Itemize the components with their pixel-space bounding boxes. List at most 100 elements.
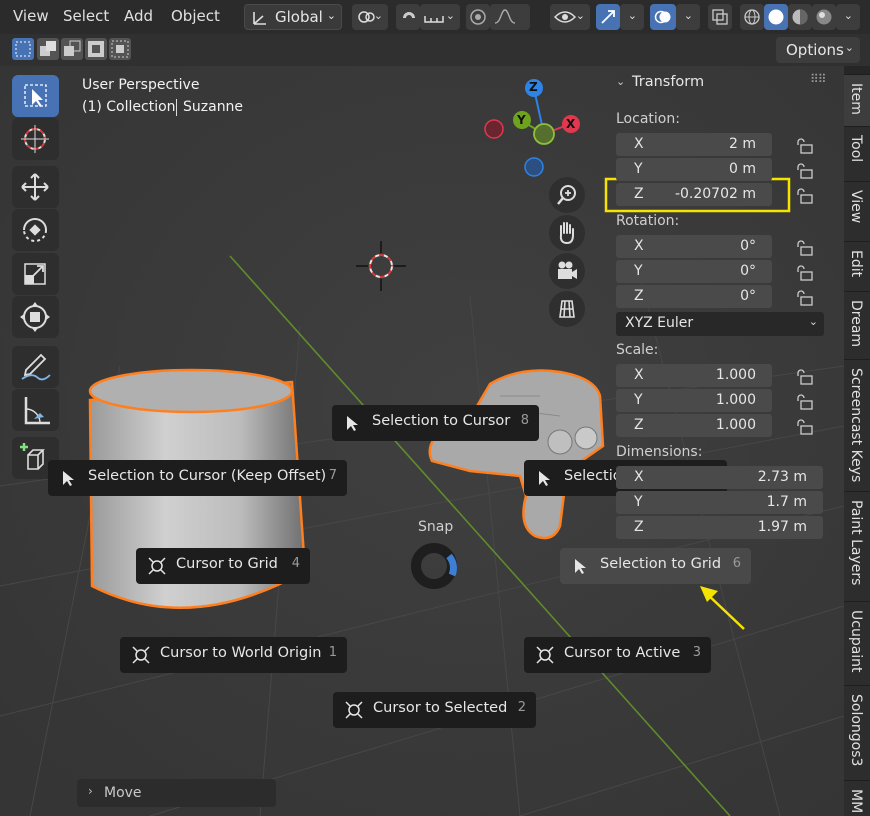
proportional-edit-toggle[interactable] [466,4,490,30]
falloff-dropdown[interactable] [490,4,530,30]
options-dropdown[interactable]: Options ⌄ [776,37,860,63]
shading-wireframe[interactable] [740,4,764,30]
shading-rendered[interactable] [812,4,836,30]
lock-icon[interactable] [796,188,814,204]
annotate-tool[interactable] [12,346,59,388]
pan-button[interactable] [549,215,585,251]
shading-material[interactable] [788,4,812,30]
tab-mm[interactable]: MM [844,780,870,816]
tab-view[interactable]: View [844,181,870,241]
cursor-tool[interactable] [12,118,59,160]
scale-x-field[interactable]: X 1.000 [616,364,772,387]
pie-cursor-to-grid[interactable]: Cursor to Grid 4 [136,548,310,584]
tab-item[interactable]: Item [844,74,870,126]
location-x-field[interactable]: X 2 m [616,133,772,156]
gizmo-x-label: X [566,117,576,131]
pie-item-label: Cursor to Grid [176,556,278,572]
dimensions-x-field[interactable]: X 2.73 m [616,466,823,489]
menu-select[interactable]: Select [63,7,109,25]
rotation-z-field[interactable]: Z 0° [616,285,772,308]
axis-label: X [634,367,644,383]
active-object-name: Suzanne [183,99,244,115]
select-invert-mode[interactable] [85,38,107,60]
scale-y-field[interactable]: Y 1.000 [616,389,772,412]
cursor-target-icon [132,646,150,664]
select-intersect-mode[interactable] [109,38,131,60]
axis-label: Y [634,161,643,177]
pie-selection-to-cursor[interactable]: Selection to Cursor 8 [332,405,539,441]
collapse-chevron-icon[interactable]: ⌄ [616,75,625,88]
menu-view[interactable]: View [13,7,49,25]
gizmo-toggle[interactable] [596,4,620,30]
move-tool[interactable] [12,166,59,208]
zoom-button[interactable] [549,177,585,213]
transform-orientation-dropdown[interactable]: Global ⌄ [244,4,342,30]
lock-icon[interactable] [796,265,814,281]
pivot-point-button[interactable]: ⌄ [352,4,388,30]
xray-toggle[interactable] [708,4,732,30]
menu-object[interactable]: Object [171,7,220,25]
pie-cursor-to-active[interactable]: Cursor to Active 3 [524,637,711,673]
gizmo-z-label: Z [529,80,538,94]
cursor-icon [21,125,49,153]
pie-selection-to-cursor-keep-offset[interactable]: Selection to Cursor (Keep Offset) 7 [48,460,347,496]
last-operator-panel[interactable]: › Move [77,779,276,807]
camera-view-button[interactable] [549,253,585,289]
tab-solongos3[interactable]: Solongos3 [844,685,870,780]
shading-dropdown[interactable]: ⌄ [836,4,860,30]
lock-icon[interactable] [796,290,814,306]
tab-screencast-keys[interactable]: Screencast Keys [844,359,870,491]
select-extend-mode[interactable] [37,38,59,60]
pie-cursor-to-world-origin[interactable]: Cursor to World Origin 1 [120,637,347,673]
select-new-mode[interactable] [12,38,34,60]
snap-toggle[interactable] [396,4,420,30]
select-box-tool[interactable] [12,75,59,117]
visibility-dropdown[interactable]: ⌄ [550,4,590,30]
pie-selection-to-grid[interactable]: Selection to Grid 6 [560,548,751,584]
tab-tool[interactable]: Tool [844,126,870,181]
menu-add[interactable]: Add [124,7,153,25]
overlays-dropdown[interactable]: ⌄ [676,4,700,30]
scale-tool[interactable] [12,253,59,295]
snap-target-dropdown[interactable]: ⌄ [420,4,460,30]
field-value: 1.000 [715,392,756,408]
tab-paint-layers[interactable]: Paint Layers [844,491,870,601]
location-z-field[interactable]: Z -0.20702 m [616,183,772,206]
lock-icon[interactable] [796,369,814,385]
lock-icon[interactable] [796,419,814,435]
pie-item-shortcut: 1 [328,645,337,660]
pie-cursor-to-selected[interactable]: Cursor to Selected 2 [333,692,536,728]
shading-solid[interactable] [764,4,788,30]
neg-x-axis-handle[interactable] [484,119,504,139]
measure-tool[interactable] [12,389,59,431]
neg-z-axis-handle[interactable] [524,157,544,177]
axis-label: Y [634,263,643,279]
drag-handle-icon[interactable]: ⠿⠿ [810,72,827,86]
scale-z-field[interactable]: Z 1.000 [616,414,772,437]
lock-icon[interactable] [796,240,814,256]
dimensions-z-field[interactable]: Z 1.97 m [616,516,823,539]
dimensions-y-field[interactable]: Y 1.7 m [616,491,823,514]
ortho-toggle-button[interactable] [549,291,585,327]
dimensions-label: Dimensions: [616,444,703,460]
neg-y-axis-handle[interactable] [533,123,555,145]
rotation-y-field[interactable]: Y 0° [616,260,772,283]
lock-icon[interactable] [796,163,814,179]
wireframe-sphere-icon [744,9,760,25]
arrow-cursor-icon [539,471,550,486]
tab-ucupaint[interactable]: Ucupaint [844,601,870,685]
gizmo-dropdown[interactable]: ⌄ [620,4,644,30]
transform-tool[interactable] [12,296,59,338]
overlays-toggle[interactable] [650,4,676,30]
location-y-field[interactable]: Y 0 m [616,158,772,181]
rotation-x-field[interactable]: X 0° [616,235,772,258]
lock-icon[interactable] [796,394,814,410]
rotation-mode-dropdown[interactable]: XYZ Euler ⌄ [616,312,824,336]
tab-dream[interactable]: Dream [844,291,870,359]
tab-edit[interactable]: Edit [844,241,870,291]
lock-icon[interactable] [796,138,814,154]
select-subtract-mode[interactable] [61,38,83,60]
rotate-tool[interactable] [12,209,59,251]
rotate-icon [23,218,47,242]
field-value: 1.000 [715,367,756,383]
